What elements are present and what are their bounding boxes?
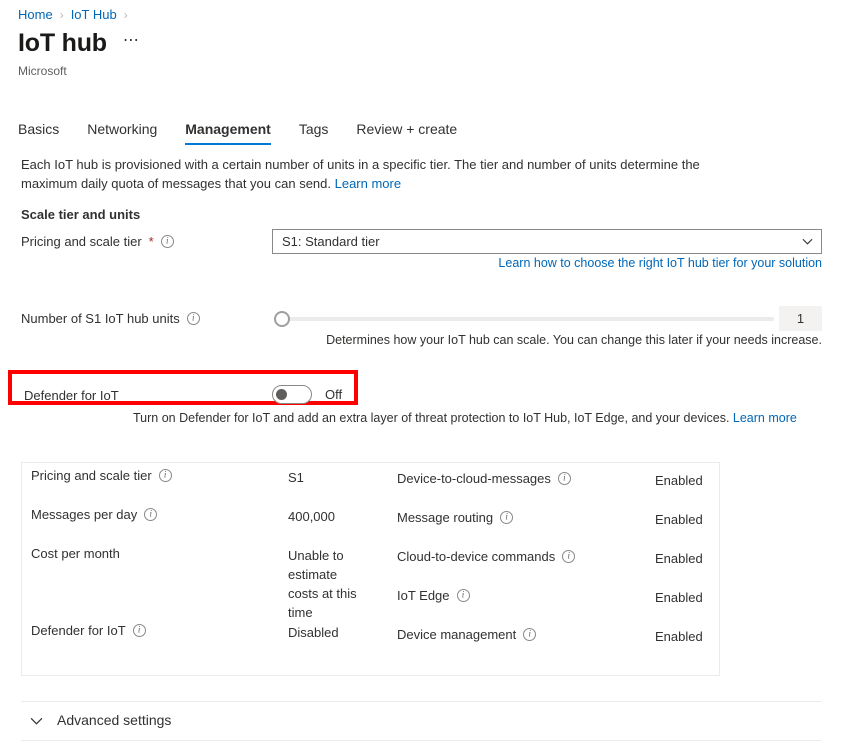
summary-row-value: Enabled xyxy=(655,471,703,490)
info-icon[interactable]: i xyxy=(161,235,174,248)
page-description: Each IoT hub is provisioned with a certa… xyxy=(21,155,711,193)
info-icon[interactable]: i xyxy=(562,550,575,563)
summary-label-text: Device management xyxy=(397,627,516,642)
summary-row-value: Enabled xyxy=(655,549,703,568)
section-heading-scale: Scale tier and units xyxy=(21,207,140,222)
summary-row-value: Disabled xyxy=(288,623,363,642)
summary-row-value: Unable to estimate costs at this time xyxy=(288,546,363,622)
summary-row-value: 400,000 xyxy=(288,507,363,526)
summary-label-text: Cost per month xyxy=(31,546,120,561)
info-icon[interactable]: i xyxy=(523,628,536,641)
summary-label-text: Cloud-to-device commands xyxy=(397,549,555,564)
page-title: IoT hub xyxy=(18,31,107,56)
tier-helper-link-row: Learn how to choose the right IoT hub ti… xyxy=(0,256,822,270)
learn-more-link[interactable]: Learn more xyxy=(335,176,401,191)
summary-label-text: Message routing xyxy=(397,510,493,525)
summary-row-label: IoT Edge i xyxy=(397,588,470,603)
defender-learn-more-link[interactable]: Learn more xyxy=(733,411,797,425)
breadcrumb-separator-icon: › xyxy=(60,9,64,21)
summary-label-text: Messages per day xyxy=(31,507,137,522)
summary-row-label: Device-to-cloud-messages i xyxy=(397,471,571,486)
slider-track[interactable] xyxy=(284,317,774,321)
summary-row-label: Defender for IoT i xyxy=(31,623,146,638)
summary-row-label: Message routing i xyxy=(397,510,513,525)
tab-networking[interactable]: Networking xyxy=(87,121,157,145)
summary-label-text: Defender for IoT xyxy=(31,623,126,638)
breadcrumb-separator-icon: › xyxy=(124,9,128,21)
pricing-tier-selected-value: S1: Standard tier xyxy=(282,234,802,249)
advanced-settings-toggle[interactable]: Advanced settings xyxy=(30,712,171,728)
summary-row-label: Pricing and scale tier i xyxy=(31,468,172,483)
summary-row-value: S1 xyxy=(288,468,363,487)
divider xyxy=(21,701,821,702)
breadcrumb-item-iot-hub[interactable]: IoT Hub xyxy=(71,7,117,22)
tab-tags[interactable]: Tags xyxy=(299,121,329,145)
info-icon[interactable]: i xyxy=(558,472,571,485)
summary-label-text: IoT Edge xyxy=(397,588,450,603)
required-asterisk: * xyxy=(149,234,154,249)
summary-row-value: Enabled xyxy=(655,588,703,607)
summary-row-label: Messages per day i xyxy=(31,507,157,522)
page-header: IoT hub ⋯ xyxy=(18,31,140,56)
units-label-group: Number of S1 IoT hub units i xyxy=(21,311,200,326)
summary-row-value: Enabled xyxy=(655,627,703,646)
summary-row-label: Cloud-to-device commands i xyxy=(397,549,575,564)
summary-table: Pricing and scale tier i S1 Messages per… xyxy=(21,462,720,676)
defender-helper-text: Turn on Defender for IoT and add an extr… xyxy=(133,411,797,425)
defender-helper-text-body: Turn on Defender for IoT and add an extr… xyxy=(133,411,733,425)
chevron-down-icon xyxy=(30,714,43,727)
units-label: Number of S1 IoT hub units xyxy=(21,311,180,326)
info-icon[interactable]: i xyxy=(159,469,172,482)
summary-label-text: Device-to-cloud-messages xyxy=(397,471,551,486)
defender-toggle-state: Off xyxy=(325,387,342,402)
toggle-knob xyxy=(276,389,287,400)
advanced-settings-label: Advanced settings xyxy=(57,712,171,728)
divider xyxy=(21,740,821,741)
tab-management[interactable]: Management xyxy=(185,121,271,145)
tab-review-create[interactable]: Review + create xyxy=(356,121,457,145)
more-options-icon[interactable]: ⋯ xyxy=(123,33,140,55)
slider-thumb[interactable] xyxy=(274,311,290,327)
units-helper-text: Determines how your IoT hub can scale. Y… xyxy=(0,333,822,347)
tab-basics[interactable]: Basics xyxy=(18,121,59,145)
info-icon[interactable]: i xyxy=(500,511,513,524)
publisher-label: Microsoft xyxy=(18,64,67,78)
info-icon[interactable]: i xyxy=(457,589,470,602)
info-icon[interactable]: i xyxy=(187,312,200,325)
summary-row-label: Device management i xyxy=(397,627,536,642)
breadcrumb: Home › IoT Hub › xyxy=(18,7,135,22)
summary-row-value: Enabled xyxy=(655,510,703,529)
defender-label: Defender for IoT xyxy=(24,388,119,403)
choose-tier-link[interactable]: Learn how to choose the right IoT hub ti… xyxy=(498,256,822,270)
info-icon[interactable]: i xyxy=(144,508,157,521)
units-value-box[interactable]: 1 xyxy=(779,306,822,331)
info-icon[interactable]: i xyxy=(133,624,146,637)
breadcrumb-item-home[interactable]: Home xyxy=(18,7,53,22)
wizard-tabs: Basics Networking Management Tags Review… xyxy=(18,115,485,145)
pricing-tier-select[interactable]: S1: Standard tier xyxy=(272,229,822,254)
pricing-tier-label-group: Pricing and scale tier * i xyxy=(21,234,174,249)
units-slider[interactable] xyxy=(274,310,774,328)
summary-row-label: Cost per month xyxy=(31,546,120,561)
summary-label-text: Pricing and scale tier xyxy=(31,468,152,483)
pricing-tier-label: Pricing and scale tier xyxy=(21,234,142,249)
defender-toggle[interactable] xyxy=(272,385,312,404)
chevron-down-icon xyxy=(802,236,813,247)
